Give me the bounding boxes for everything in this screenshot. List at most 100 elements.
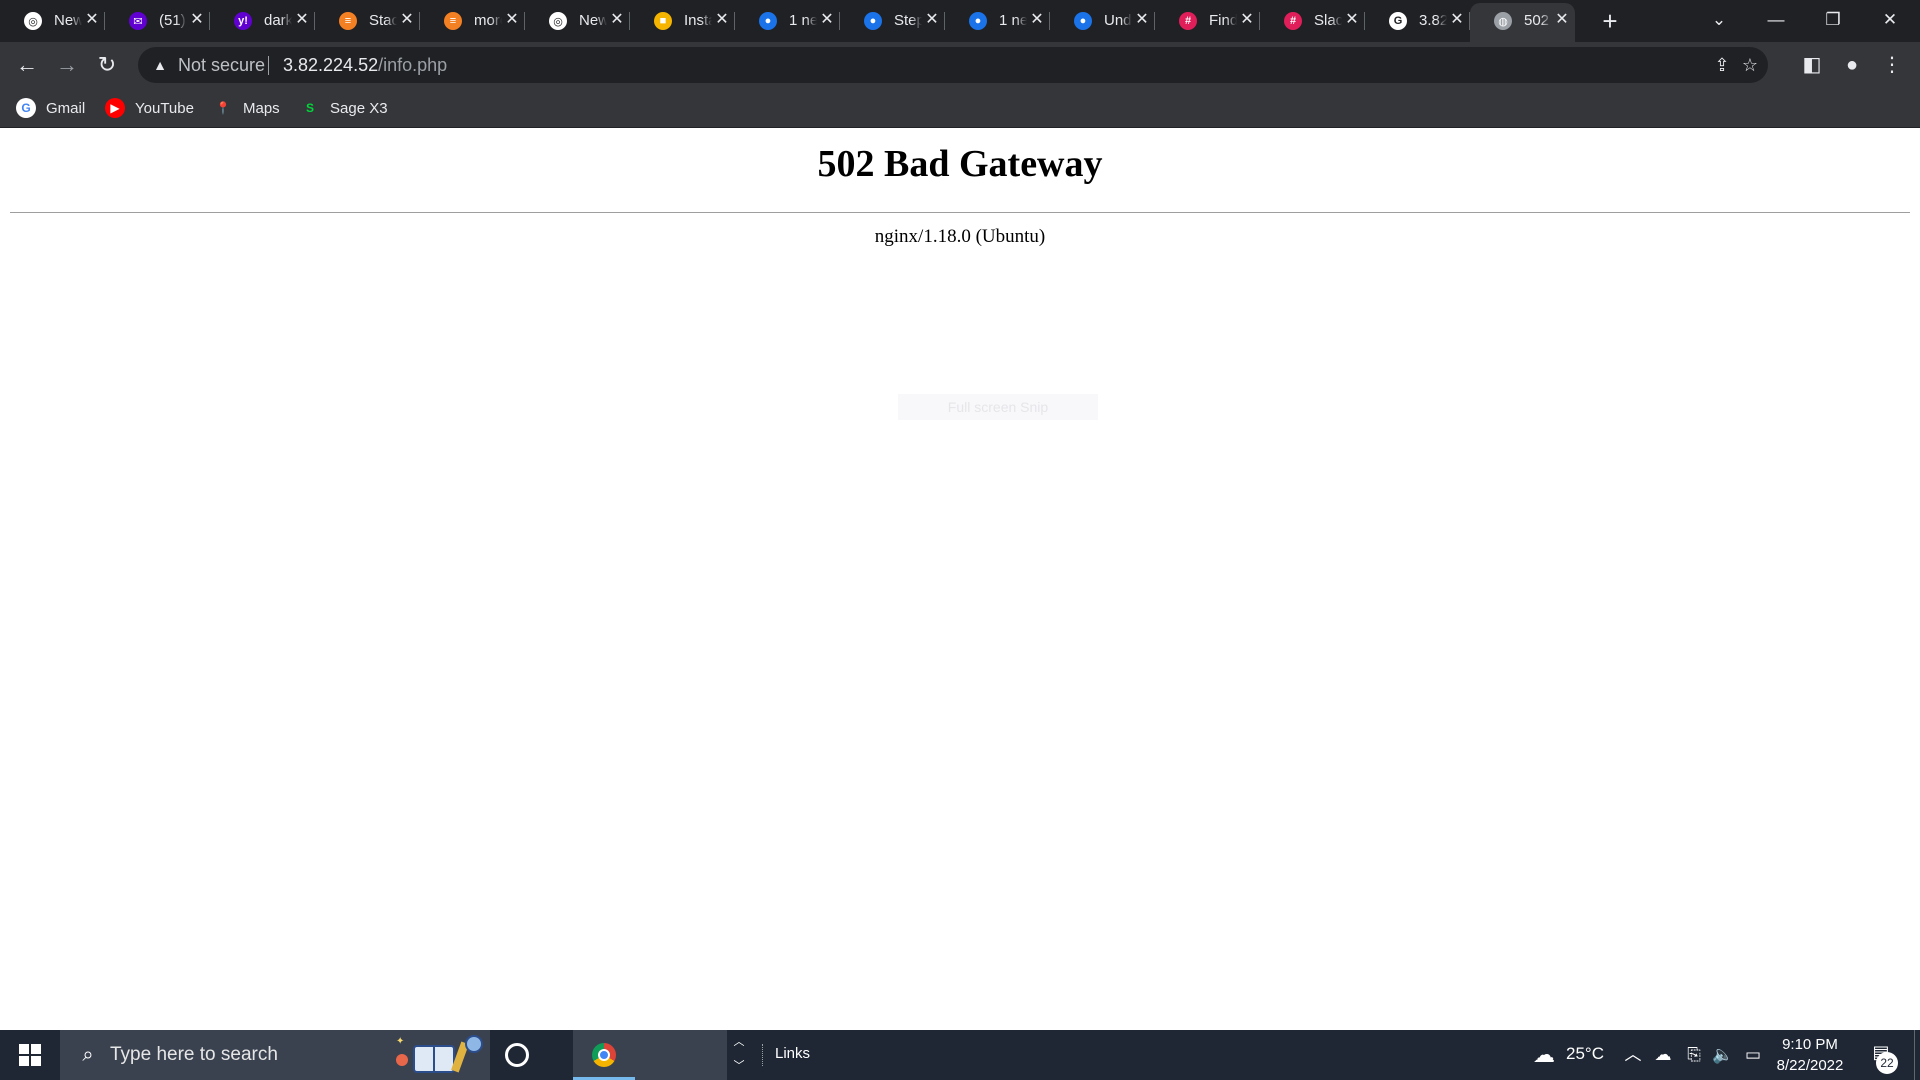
taskbar-scroll-buttons[interactable]: ︿ ﹀ [728,1030,750,1080]
tab-title: Undo [1104,12,1132,29]
url-text[interactable]: 3.82.224.52/info.php [283,55,447,76]
back-button[interactable]: ← [12,50,42,80]
battery-icon[interactable]: ▭ [1742,1042,1764,1068]
clock-time: 9:10 PM [1782,1036,1838,1053]
close-window-button[interactable]: ✕ [1870,6,1910,34]
tab-title: New Tab [54,12,82,29]
taskbar-chrome-button[interactable] [573,1030,635,1080]
start-button[interactable] [0,1030,60,1080]
tab-close-icon[interactable]: ✕ [399,11,415,29]
scroll-up-icon[interactable]: ︿ [728,1033,750,1049]
bookmark-label: Gmail [46,99,86,117]
yahoo-mail-icon: ✉ [129,12,147,30]
bookmark-sage-x3[interactable]: S Sage X3 [300,96,388,120]
tab[interactable]: ≡ Stack Overflow✕ [315,0,420,42]
omnibox-divider [268,56,269,75]
notifications-button[interactable]: ▤ 22 [1866,1042,1898,1074]
tab[interactable]: ◎ New Tab✕ [525,0,630,42]
yahoo-icon: y! [234,12,252,30]
tab[interactable]: ● Undo✕ [1050,0,1155,42]
share-icon[interactable]: ⇪ [1710,53,1734,77]
tab[interactable]: ✉ (51) Yahoo Mail✕ [105,0,210,42]
snip-overlay-hint: Full screen Snip [898,394,1098,420]
tab-close-icon[interactable]: ✕ [609,11,625,29]
tab[interactable]: # Slack✕ [1260,0,1365,42]
notification-count-badge: 22 [1876,1052,1898,1074]
toolbar-grip[interactable] [762,1044,764,1066]
restore-button[interactable]: ❐ [1813,6,1853,34]
cloud-weather-icon[interactable]: ☁ [1528,1042,1560,1068]
tab-close-icon[interactable]: ✕ [189,11,205,29]
taskbar-search-box[interactable]: ⌕ Type here to search ✦ [60,1030,490,1080]
tab-title: 3.82.224.52 [1419,12,1447,29]
bookmark-label: YouTube [135,99,194,117]
tab[interactable]: # Find ✕ [1155,0,1260,42]
tab-close-icon[interactable]: ✕ [1449,11,1465,29]
tab-close-icon[interactable]: ✕ [924,11,940,29]
tab[interactable]: ◍ 502 Bad Gateway✕ [1470,3,1575,42]
clock[interactable]: 9:10 PM 8/22/2022 [1770,1034,1850,1076]
tab-close-icon[interactable]: ✕ [294,11,310,29]
error-heading: 502 Bad Gateway [817,143,1103,185]
tab-close-icon[interactable]: ✕ [819,11,835,29]
tab-title: 1 new [999,12,1027,29]
security-label[interactable]: Not secure [178,55,265,76]
address-bar[interactable]: ▲ Not secure 3.82.224.52/info.php ⇪ ☆ [138,47,1768,83]
chrome-icon [592,1043,616,1067]
tab-close-icon[interactable]: ✕ [1554,11,1570,29]
tab[interactable]: ● 1 new✕ [735,0,840,42]
tab-close-icon[interactable]: ✕ [1029,11,1045,29]
google-icon: G [1389,12,1407,30]
search-icon: ⌕ [82,1044,94,1066]
scroll-down-icon[interactable]: ﹀ [728,1057,750,1073]
bookmark-youtube[interactable]: ▶ YouTube [105,96,194,120]
profile-icon[interactable]: ● [1837,50,1867,80]
chrome-icon: ◎ [549,12,567,30]
chevron-up-icon[interactable]: ︿ [1623,1042,1643,1068]
tab[interactable]: ● 1 new✕ [945,0,1050,42]
tab[interactable]: ◎ New Tab✕ [0,0,105,42]
show-desktop-button[interactable] [1914,1030,1920,1080]
bookmark-maps[interactable]: 📍 Maps [213,96,280,120]
tab[interactable]: ≡ more✕ [420,0,525,42]
tab-title: New Tab [579,12,607,29]
tab-title: 1 new [789,12,817,29]
tab[interactable]: ■ Install✕ [630,0,735,42]
temperature[interactable]: 25°C [1566,1044,1604,1064]
page-content: 502 Bad Gateway nginx/1.18.0 (Ubuntu) Fu… [0,128,1920,1030]
tab[interactable]: y! dark ✕ [210,0,315,42]
bookmark-star-icon[interactable]: ☆ [1738,53,1762,77]
cortana-icon[interactable] [505,1043,529,1067]
volume-icon[interactable]: 🔈 [1712,1042,1733,1068]
side-panel-icon[interactable]: ◧ [1797,50,1827,80]
tab-close-icon[interactable]: ✕ [1134,11,1150,29]
new-tab-button[interactable]: + [1596,8,1624,34]
onedrive-icon[interactable]: ☁ [1652,1042,1674,1068]
tab-title: Steps [894,12,922,29]
tab-close-icon[interactable]: ✕ [714,11,730,29]
divider [10,212,1910,213]
warning-triangle-icon[interactable]: ▲ [150,55,170,75]
taskbar-app-slot[interactable] [635,1030,727,1080]
tab-title: (51) Yahoo Mail [159,12,187,29]
reload-button[interactable]: ↻ [92,50,122,80]
slack-icon: # [1284,12,1302,30]
network-icon[interactable]: ⎘ [1684,1042,1704,1068]
bookmark-label: Maps [243,99,280,117]
forward-button[interactable]: → [52,50,82,80]
bookmark-gmail[interactable]: G Gmail [16,96,85,120]
server-signature: nginx/1.18.0 (Ubuntu) [874,226,1046,247]
tab-close-icon[interactable]: ✕ [84,11,100,29]
tab[interactable]: G 3.82.224.52✕ [1365,0,1470,42]
tab-search-button[interactable]: ⌄ [1699,6,1739,34]
minimize-button[interactable]: — [1756,6,1796,34]
menu-kebab-icon[interactable]: ⋮ [1877,50,1907,80]
tab[interactable]: ● Steps✕ [840,0,945,42]
stackoverflow-icon: ≡ [444,12,462,30]
tab-close-icon[interactable]: ✕ [1239,11,1255,29]
tab-close-icon[interactable]: ✕ [1344,11,1360,29]
tab-title: Stack Overflow [369,12,397,29]
package-icon: ■ [654,12,672,30]
links-toolbar[interactable]: Links [775,1045,810,1062]
tab-close-icon[interactable]: ✕ [504,11,520,29]
